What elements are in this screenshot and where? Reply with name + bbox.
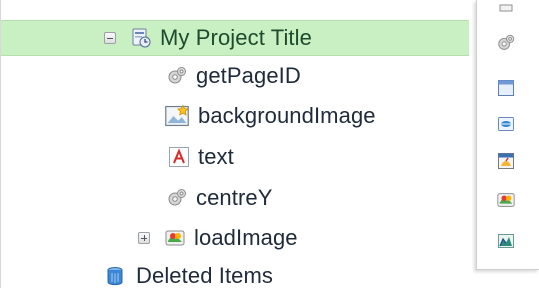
deleted-items-label: Deleted Items	[136, 263, 274, 288]
dashboard-button[interactable]	[495, 150, 517, 172]
colorful-block-icon	[497, 193, 515, 207]
trash-can-icon	[107, 267, 123, 286]
colorful-block-icon	[165, 230, 185, 246]
tree-item-label: backgroundImage	[198, 103, 376, 128]
tree-item-centrey[interactable]: centreY	[1, 180, 273, 216]
tree-item-backgroundimage[interactable]: backgroundImage	[1, 98, 376, 134]
tree-item-label: text	[198, 144, 234, 169]
project-title: My Project Title	[160, 25, 312, 50]
image-star-icon	[165, 104, 189, 127]
gear-icon	[168, 67, 186, 84]
tree-item-text[interactable]: text	[1, 139, 234, 175]
project-tree: My Project Title getPageID backgroundIma…	[0, 0, 469, 288]
tree-item-label: centreY	[196, 185, 273, 210]
text-a-icon	[169, 147, 189, 167]
expand-toggle-icon[interactable]	[138, 232, 150, 244]
collapse-toggle-icon[interactable]	[104, 32, 116, 44]
tree-node-deleted-items[interactable]: Deleted Items	[1, 258, 273, 294]
tree-item-label: getPageID	[196, 63, 301, 88]
media-button[interactable]	[495, 189, 517, 211]
tree-item-getpageid[interactable]: getPageID	[1, 58, 301, 94]
globe-link-icon	[498, 117, 514, 131]
project-page-icon	[132, 28, 151, 48]
side-toolbar	[476, 0, 539, 270]
tree-item-label: loadImage	[194, 225, 298, 250]
window-button[interactable]	[495, 77, 517, 99]
window-icon	[498, 80, 514, 96]
minimize-bar-icon	[499, 4, 513, 12]
dashboard-icon	[498, 153, 514, 169]
chart-image-icon	[498, 234, 514, 248]
minimize-button[interactable]	[495, 0, 517, 22]
settings-button[interactable]	[495, 32, 517, 54]
gear-icon	[498, 34, 515, 50]
gear-icon	[168, 189, 186, 206]
tree-item-loadimage[interactable]: loadImage	[1, 220, 298, 256]
web-button[interactable]	[495, 113, 517, 135]
chart-button[interactable]	[495, 230, 517, 252]
tree-node-project[interactable]: My Project Title	[1, 20, 469, 56]
